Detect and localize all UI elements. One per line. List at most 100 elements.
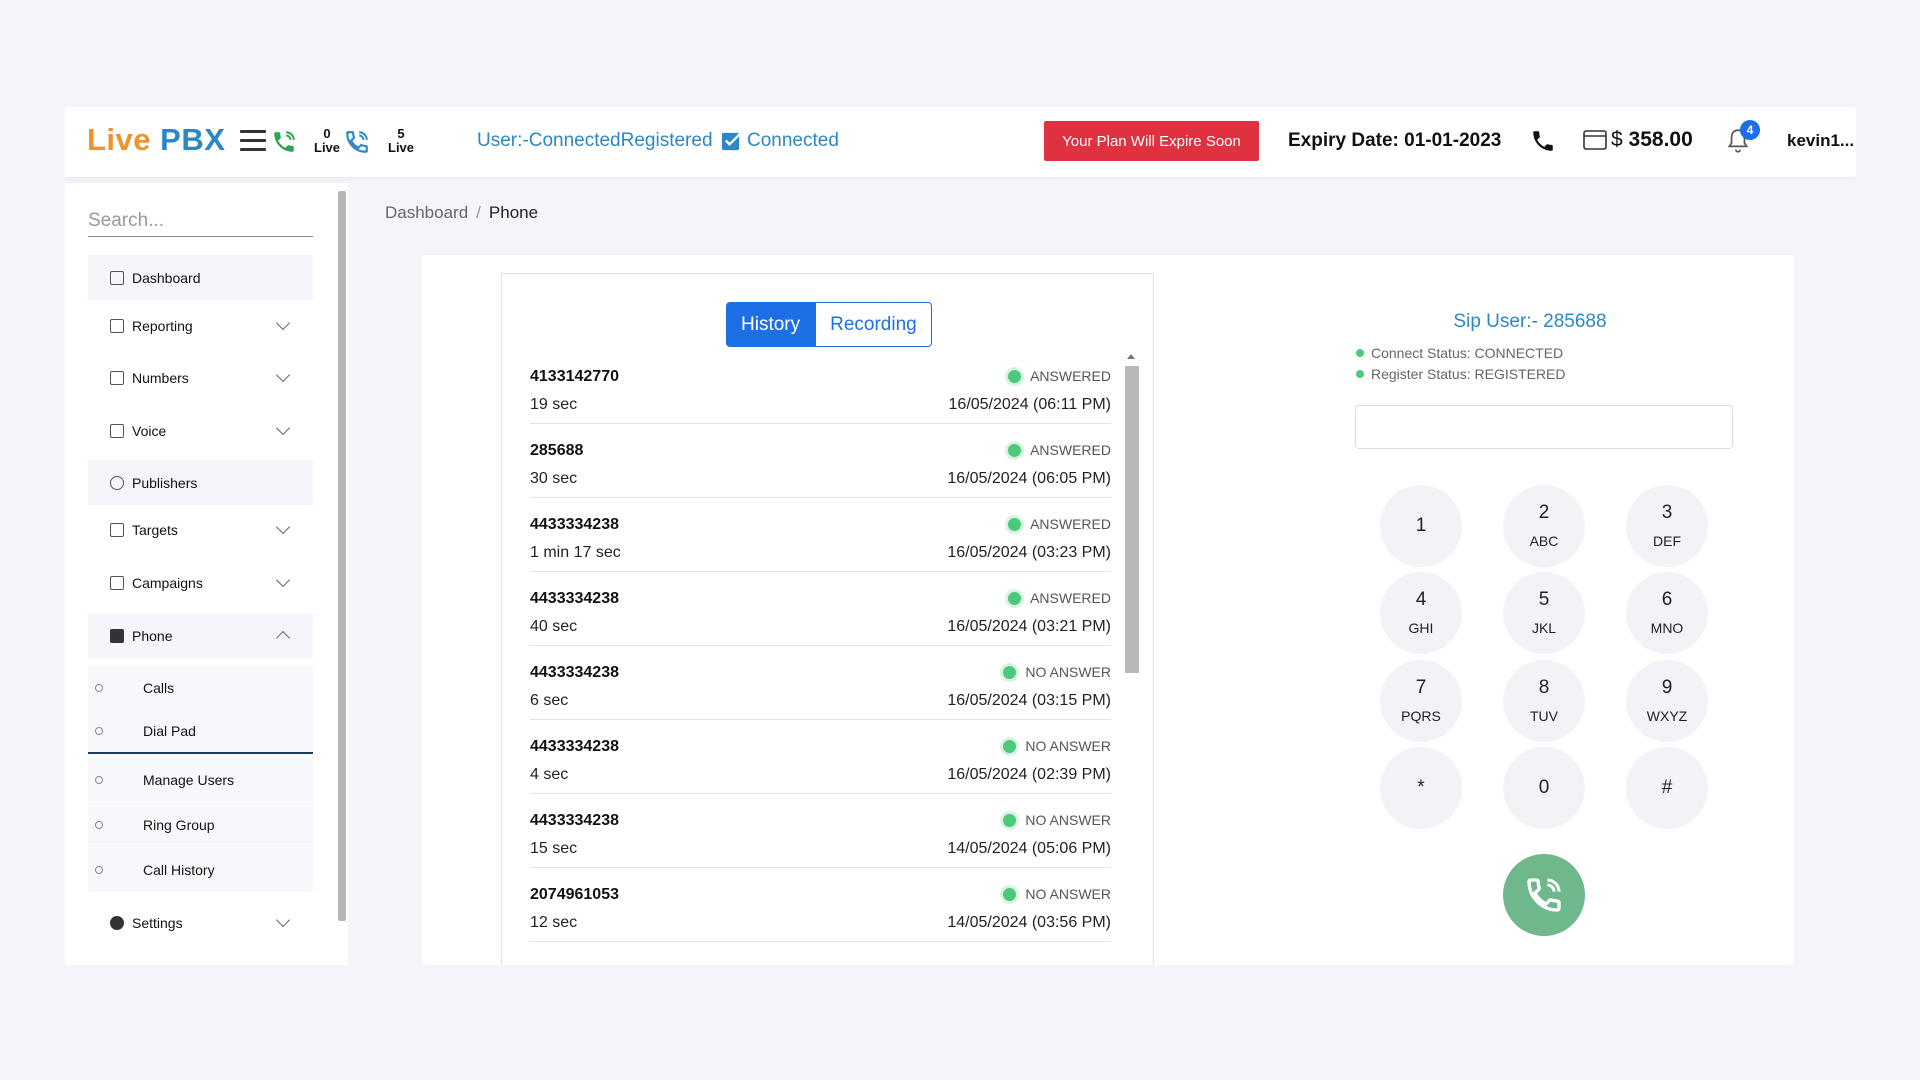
chevron-up-icon <box>275 630 291 646</box>
call-number: 4433334238 <box>530 738 619 755</box>
tab-history[interactable]: History <box>726 302 816 347</box>
sidebar-subitem-call-history[interactable]: Call History <box>88 848 313 892</box>
call-row[interactable]: 4433334238 4 sec NO ANSWER 16/05/2024 (0… <box>530 720 1111 794</box>
dial-number-input[interactable] <box>1355 405 1733 449</box>
logo[interactable]: Live PBX <box>87 122 225 158</box>
call-duration: 6 sec <box>530 692 569 709</box>
status-dot-icon <box>1008 591 1022 605</box>
breadcrumb-root[interactable]: Dashboard <box>385 203 468 222</box>
connect-status: Connect Status: CONNECTED <box>1356 345 1563 361</box>
call-row[interactable]: 4433334238 15 sec NO ANSWER 14/05/2024 (… <box>530 794 1111 868</box>
phone-wave-icon[interactable] <box>344 129 370 155</box>
call-row[interactable]: 4133142770 19 sec ANSWERED 16/05/2024 (0… <box>530 350 1111 424</box>
dial-key-hash[interactable]: # <box>1626 747 1708 829</box>
scroll-thumb[interactable] <box>1125 366 1139 673</box>
sidebar-item-label: Campaigns <box>132 574 203 591</box>
call-status-label: NO ANSWER <box>1025 664 1111 680</box>
sidebar-item-label: Numbers <box>132 369 189 386</box>
sidebar-subitem-calls[interactable]: Calls <box>88 666 313 710</box>
key-digit: 2 <box>1538 502 1550 523</box>
sidebar-subitem-ring-group[interactable]: Ring Group <box>88 803 313 847</box>
sidebar-item-reporting[interactable]: Reporting <box>88 303 313 348</box>
call-row[interactable]: 4433334238 40 sec ANSWERED 16/05/2024 (0… <box>530 572 1111 646</box>
key-digit: 9 <box>1661 677 1673 698</box>
call-button[interactable] <box>1503 854 1585 936</box>
dial-key-8[interactable]: 8 TUV <box>1503 660 1585 742</box>
key-digit: 5 <box>1538 589 1550 610</box>
dial-key-1[interactable]: 1 <box>1380 485 1462 567</box>
dial-key-9[interactable]: 9 WXYZ <box>1626 660 1708 742</box>
key-letters: WXYZ <box>1646 708 1688 724</box>
call-status: ANSWERED <box>1008 442 1111 458</box>
sidebar-item-settings[interactable]: Settings <box>88 900 313 945</box>
plan-expire-button[interactable]: Your Plan Will Expire Soon <box>1044 121 1259 161</box>
history-scrollbar[interactable] <box>1123 350 1139 965</box>
key-digit: 3 <box>1661 502 1673 523</box>
sidebar-item-label: Reporting <box>132 317 193 334</box>
connected-status: Connected <box>747 130 839 151</box>
sidebar-item-campaigns[interactable]: Campaigns <box>88 560 313 605</box>
dial-key-7[interactable]: 7 PQRS <box>1380 660 1462 742</box>
phone-call-icon[interactable] <box>271 129 297 155</box>
call-row[interactable]: 2074961053 12 sec NO ANSWER 14/05/2024 (… <box>530 868 1111 942</box>
key-digit: 0 <box>1538 777 1550 798</box>
sidebar-item-voice[interactable]: Voice <box>88 408 313 453</box>
key-letters: PQRS <box>1401 708 1441 724</box>
status-dot-icon <box>1003 665 1017 679</box>
sidebar-subitem-manage-users[interactable]: Manage Users <box>88 758 313 802</box>
tab-recording[interactable]: Recording <box>815 302 932 347</box>
status-dot-icon <box>1356 370 1364 378</box>
dial-key-6[interactable]: 6 MNO <box>1626 572 1708 654</box>
dial-key-0[interactable]: 0 <box>1503 747 1585 829</box>
call-status: NO ANSWER <box>1003 664 1111 680</box>
search-input[interactable] <box>88 205 313 237</box>
grid-icon <box>110 270 124 285</box>
call-row[interactable]: 285688 30 sec ANSWERED 16/05/2024 (06:05… <box>530 424 1111 498</box>
sidebar-subitem-label: Calls <box>143 680 175 696</box>
app-window: Live PBX 0 Live 5 Live User:-ConnectedRe… <box>65 107 1856 965</box>
sidebar: Dashboard Reporting Numbers Voice Publis… <box>65 183 348 965</box>
sidebar-scrollbar[interactable] <box>338 191 346 921</box>
sidebar-subitem-dial-pad[interactable]: Dial Pad <box>88 710 313 754</box>
dial-key-2[interactable]: 2 ABC <box>1503 485 1585 567</box>
dial-key-5[interactable]: 5 JKL <box>1503 572 1585 654</box>
call-status-label: NO ANSWER <box>1025 886 1111 902</box>
live-count-value: 0 <box>323 126 331 141</box>
breadcrumb-current: Phone <box>488 203 539 222</box>
key-digit: 8 <box>1538 677 1550 698</box>
user-icon <box>110 475 124 490</box>
sidebar-item-label: Publishers <box>132 474 198 491</box>
call-number: 4433334238 <box>530 664 619 681</box>
menu-icon[interactable] <box>240 130 266 152</box>
logo-live: Live <box>87 122 152 157</box>
sidebar-subitem-label: Call History <box>143 862 215 878</box>
call-duration: 30 sec <box>530 470 578 487</box>
sidebar-item-publishers[interactable]: Publishers <box>88 460 313 505</box>
dial-key-star[interactable]: * <box>1380 747 1462 829</box>
scroll-up-arrow-icon[interactable] <box>1127 354 1135 359</box>
circle-icon <box>95 776 103 784</box>
account-balance: $ 358.00 <box>1611 128 1693 152</box>
phone-icon[interactable] <box>1530 128 1556 154</box>
key-digit: # <box>1661 777 1673 798</box>
gear-icon <box>110 915 124 930</box>
call-row[interactable]: 4433334238 1 min 17 sec ANSWERED 16/05/2… <box>530 498 1111 572</box>
chevron-down-icon <box>275 912 291 928</box>
chevron-down-icon <box>275 420 291 436</box>
balance-amount: 358.00 <box>1628 128 1693 151</box>
breadcrumb-separator: / <box>476 203 481 222</box>
breadcrumb: Dashboard / Phone <box>385 203 538 223</box>
sidebar-item-numbers[interactable]: Numbers <box>88 355 313 400</box>
sidebar-item-phone[interactable]: Phone <box>88 613 313 658</box>
sidebar-item-label: Dashboard <box>132 269 201 286</box>
sidebar-item-targets[interactable]: Targets <box>88 507 313 552</box>
logo-pbx: PBX <box>160 122 226 157</box>
dial-key-4[interactable]: 4 GHI <box>1380 572 1462 654</box>
sidebar-item-dashboard[interactable]: Dashboard <box>88 255 313 300</box>
call-status-label: ANSWERED <box>1030 368 1111 384</box>
user-menu[interactable]: kevin1... <box>1787 131 1854 151</box>
chevron-down-icon <box>275 572 291 588</box>
status-dot-icon <box>1003 813 1017 827</box>
call-row[interactable]: 4433334238 6 sec NO ANSWER 16/05/2024 (0… <box>530 646 1111 720</box>
dial-key-3[interactable]: 3 DEF <box>1626 485 1708 567</box>
